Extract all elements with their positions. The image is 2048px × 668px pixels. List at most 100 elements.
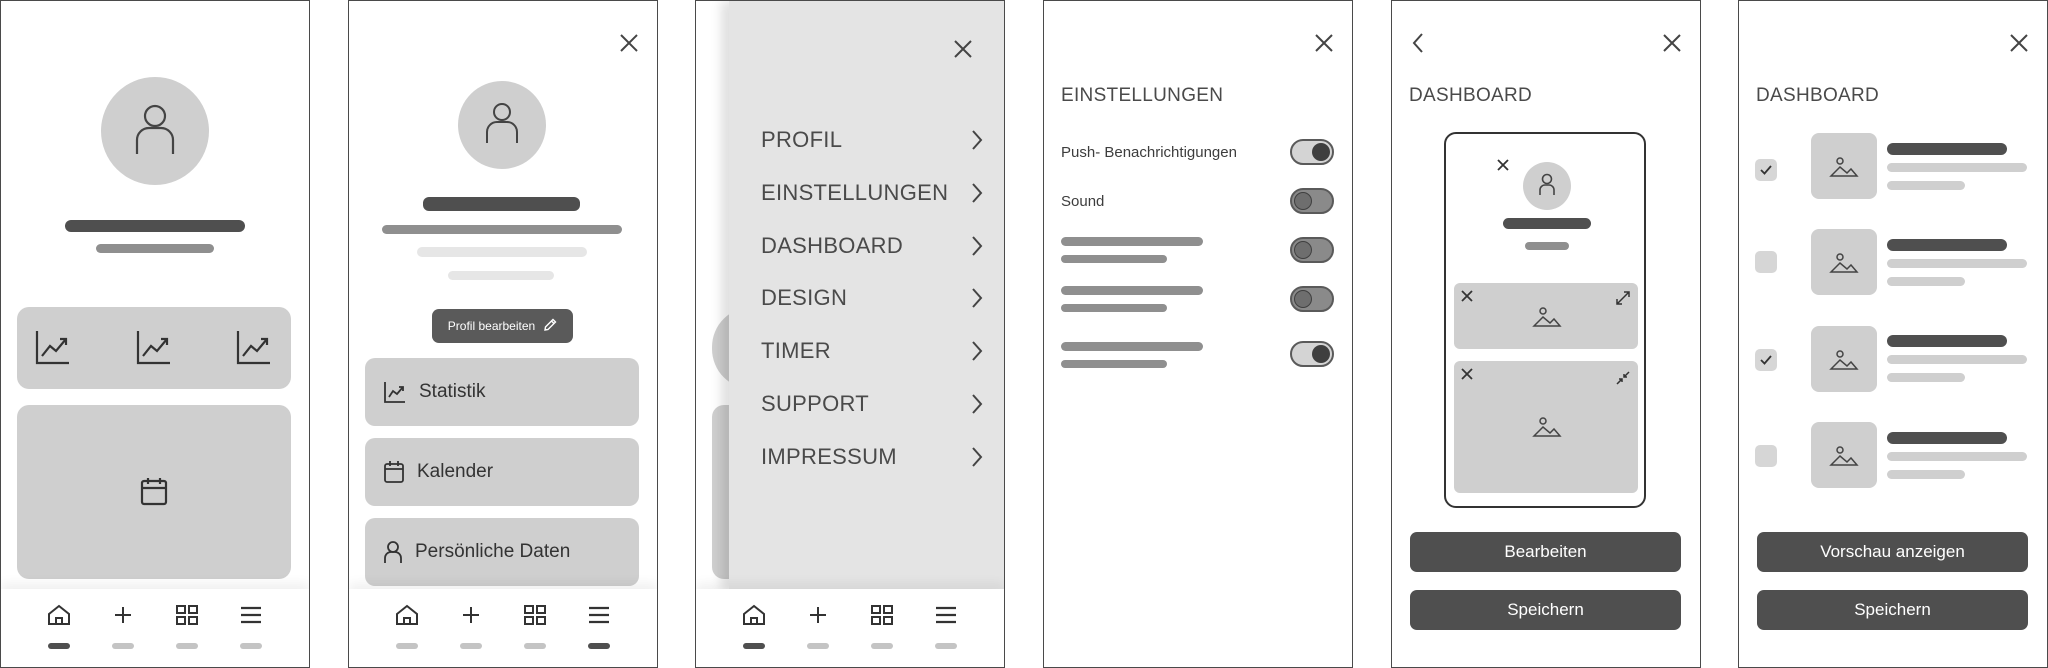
chevron-left-icon[interactable] bbox=[1405, 30, 1431, 56]
menu-item-einstellungen[interactable]: EINSTELLUNGEN bbox=[761, 173, 983, 213]
chevron-right-icon bbox=[972, 183, 983, 203]
username-placeholder bbox=[423, 197, 580, 211]
phone-preview bbox=[1444, 132, 1646, 508]
widget-title-placeholder bbox=[1887, 335, 2007, 347]
menu-drawer: PROFIL EINSTELLUNGEN DASHBOARD DESIGN TI… bbox=[729, 1, 1004, 591]
nav-add[interactable] bbox=[798, 603, 838, 653]
setting-placeholder-line bbox=[1061, 286, 1203, 295]
chevron-right-icon bbox=[972, 447, 983, 467]
bottom-nav bbox=[1, 589, 309, 667]
avatar bbox=[101, 77, 209, 185]
avatar bbox=[1523, 162, 1571, 210]
personal-data-button[interactable]: Persönliche Daten bbox=[365, 518, 639, 586]
home-icon bbox=[742, 603, 766, 627]
widget-text-placeholder bbox=[1887, 163, 2027, 172]
grid-icon bbox=[175, 603, 199, 627]
menu-icon bbox=[239, 603, 263, 627]
close-icon[interactable] bbox=[1460, 289, 1474, 303]
image-icon bbox=[1829, 446, 1859, 466]
menu-item-impressum[interactable]: IMPRESSUM bbox=[761, 437, 983, 477]
close-icon[interactable] bbox=[1460, 367, 1474, 381]
close-icon[interactable] bbox=[1496, 158, 1510, 172]
setting-toggle[interactable] bbox=[1290, 341, 1334, 367]
setting-toggle[interactable] bbox=[1290, 286, 1334, 312]
close-icon[interactable] bbox=[1311, 30, 1337, 56]
menu-item-support[interactable]: SUPPORT bbox=[761, 384, 983, 424]
setting-placeholder-line bbox=[1061, 304, 1167, 312]
nav-menu[interactable] bbox=[231, 603, 271, 653]
image-icon bbox=[1532, 411, 1562, 441]
nav-menu[interactable] bbox=[579, 603, 619, 653]
trend-chart-icon bbox=[33, 327, 73, 367]
widget-card-large[interactable] bbox=[1454, 361, 1638, 493]
chevron-right-icon bbox=[972, 236, 983, 256]
chevron-right-icon bbox=[972, 341, 983, 361]
widget-text-placeholder bbox=[1887, 452, 2027, 461]
menu-item-design[interactable]: DESIGN bbox=[761, 278, 983, 318]
plus-icon bbox=[111, 603, 135, 627]
widget-thumbnail bbox=[1811, 422, 1877, 488]
user-icon bbox=[1537, 172, 1557, 201]
image-icon bbox=[1829, 350, 1859, 370]
widget-checkbox[interactable] bbox=[1755, 445, 1777, 467]
nav-grid[interactable] bbox=[515, 603, 555, 653]
expand-icon[interactable] bbox=[1614, 289, 1632, 307]
edit-profile-button[interactable]: Profil bearbeiten bbox=[432, 309, 573, 343]
widget-checkbox[interactable] bbox=[1755, 349, 1777, 371]
setting-toggle[interactable] bbox=[1290, 237, 1334, 263]
trend-chart-icon bbox=[383, 380, 407, 404]
nav-home[interactable] bbox=[734, 603, 774, 653]
nav-home[interactable] bbox=[39, 603, 79, 653]
page-title: EINSTELLUNGEN bbox=[1061, 85, 1224, 106]
statistics-card[interactable] bbox=[17, 307, 291, 389]
edit-profile-label: Profil bearbeiten bbox=[447, 319, 536, 333]
nav-grid[interactable] bbox=[862, 603, 902, 653]
nav-add[interactable] bbox=[103, 603, 143, 653]
widget-text-placeholder bbox=[1887, 259, 2027, 268]
widget-checkbox[interactable] bbox=[1755, 251, 1777, 273]
preview-button[interactable]: Vorschau anzeigen bbox=[1757, 532, 2028, 572]
screen-dashboard-select: DASHBOARD Vorschau anzeigen Speichern bbox=[1738, 0, 2048, 668]
close-icon[interactable] bbox=[950, 36, 976, 62]
kalender-button[interactable]: Kalender bbox=[365, 438, 639, 506]
menu-item-timer[interactable]: TIMER bbox=[761, 331, 983, 371]
close-icon[interactable] bbox=[1659, 30, 1685, 56]
calendar-icon bbox=[138, 475, 170, 507]
push-notifications-toggle[interactable] bbox=[1290, 139, 1334, 165]
menu-item-dashboard[interactable]: DASHBOARD bbox=[761, 226, 983, 266]
chevron-right-icon bbox=[972, 394, 983, 414]
calendar-icon bbox=[383, 460, 405, 484]
screen-settings: EINSTELLUNGEN Push- Benachrichtigungen S… bbox=[1043, 0, 1353, 668]
push-notifications-label: Push- Benachrichtigungen bbox=[1061, 144, 1237, 161]
widget-title-placeholder bbox=[1887, 143, 2007, 155]
save-button[interactable]: Speichern bbox=[1410, 590, 1681, 630]
avatar bbox=[458, 81, 546, 169]
bottom-nav bbox=[349, 589, 657, 667]
sound-toggle[interactable] bbox=[1290, 188, 1334, 214]
trend-chart-icon bbox=[234, 327, 274, 367]
user-icon bbox=[383, 540, 403, 564]
widget-text-placeholder bbox=[1887, 277, 1965, 286]
widget-card[interactable] bbox=[1454, 283, 1638, 349]
close-icon[interactable] bbox=[2006, 30, 2032, 56]
page-title: DASHBOARD bbox=[1756, 85, 1880, 106]
username-placeholder bbox=[1503, 218, 1591, 229]
widget-thumbnail bbox=[1811, 229, 1877, 295]
nav-add[interactable] bbox=[451, 603, 491, 653]
screen-dashboard-edit: DASHBOARD Bearbeiten Speichern bbox=[1391, 0, 1701, 668]
statistik-button[interactable]: Statistik bbox=[365, 358, 639, 426]
grid-icon bbox=[870, 603, 894, 627]
menu-item-profil[interactable]: PROFIL bbox=[761, 120, 983, 160]
nav-home[interactable] bbox=[387, 603, 427, 653]
nav-menu[interactable] bbox=[926, 603, 966, 653]
personal-data-label: Persönliche Daten bbox=[415, 541, 571, 562]
statistik-label: Statistik bbox=[419, 381, 486, 402]
edit-button[interactable]: Bearbeiten bbox=[1410, 532, 1681, 572]
widget-checkbox[interactable] bbox=[1755, 159, 1777, 181]
collapse-icon[interactable] bbox=[1614, 369, 1632, 387]
calendar-card[interactable] bbox=[17, 405, 291, 579]
nav-grid[interactable] bbox=[167, 603, 207, 653]
home-icon bbox=[395, 603, 419, 627]
close-icon[interactable] bbox=[616, 30, 642, 56]
save-button[interactable]: Speichern bbox=[1757, 590, 2028, 630]
